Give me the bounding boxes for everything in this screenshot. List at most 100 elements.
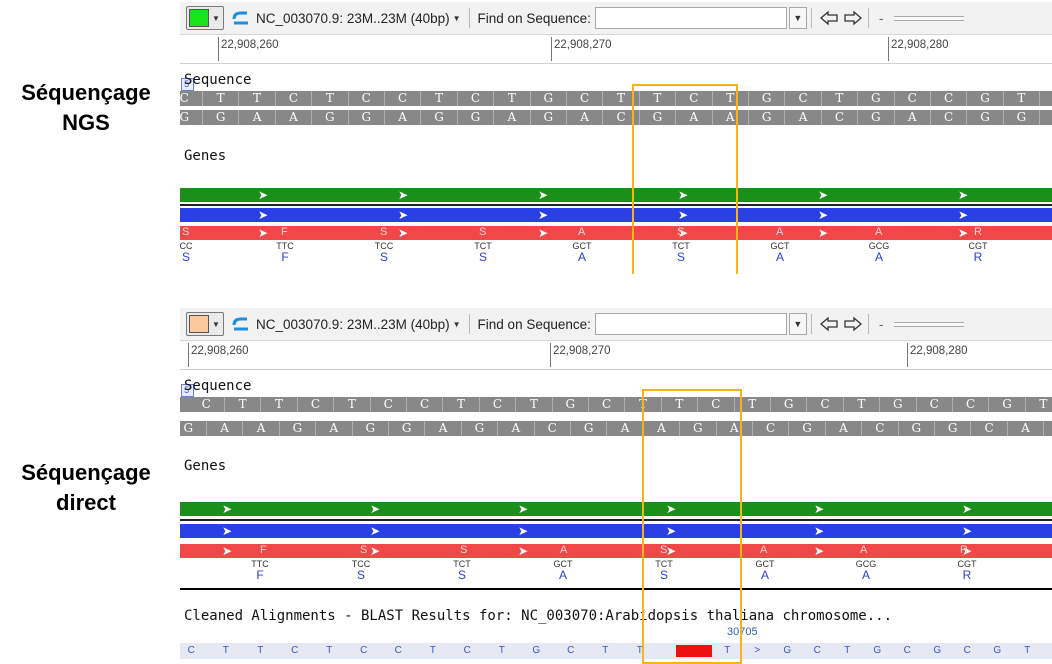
ruler-tick: [551, 37, 552, 61]
base-divider: [566, 110, 567, 125]
codon-label: TCC S: [369, 242, 399, 264]
base-divider: [588, 397, 589, 412]
base: C: [834, 110, 845, 124]
amino-acid-text: S: [457, 568, 466, 582]
base-divider: [424, 421, 426, 436]
sequence-track-label: Sequence: [184, 378, 252, 394]
blast-base: C: [463, 645, 471, 656]
direction-arrow-icon: ➤: [814, 524, 825, 538]
amino-acid-text: A: [577, 250, 586, 264]
base-divider: [570, 421, 571, 436]
undo-icon[interactable]: [230, 7, 252, 29]
base-divider: [296, 397, 298, 412]
base: A: [798, 110, 808, 124]
base-divider: [952, 397, 953, 412]
base-divider: [478, 397, 480, 412]
base: G: [783, 397, 794, 411]
color-button[interactable]: ▼: [186, 6, 224, 30]
cds-track-blue[interactable]: ➤ ➤ ➤ ➤ ➤ ➤: [180, 524, 1052, 538]
chevron-down-icon[interactable]: ▼: [788, 313, 807, 335]
base-divider: [529, 91, 531, 106]
amino-acid-mark: S: [460, 544, 468, 556]
blast-base: >: [754, 645, 761, 656]
ngs-label-line1: Séquençage: [21, 80, 151, 105]
zoom-out-icon[interactable]: -: [879, 10, 884, 26]
chevron-down-icon: ▼: [212, 319, 220, 329]
undo-icon[interactable]: [230, 313, 252, 335]
base: G: [761, 110, 772, 124]
base-divider: [857, 110, 859, 125]
base-divider: [274, 91, 276, 106]
amino-acid-mark: A: [560, 544, 568, 556]
arrow-right-icon[interactable]: [842, 313, 864, 335]
base-divider: [842, 397, 844, 412]
base: T: [529, 397, 538, 411]
base-divider: [930, 91, 931, 106]
blast-results-title: Cleaned Alignments - BLAST Results for: …: [184, 608, 893, 624]
base-divider: [970, 421, 972, 436]
base-divider: [934, 421, 935, 436]
blast-base: C: [567, 645, 575, 656]
cds-track-red[interactable]: ➤ ➤ ➤ ➤ ➤ ➤ S F S S A S A A R: [180, 226, 1052, 240]
codon-label: CGT R: [963, 242, 993, 264]
color-button[interactable]: ▼: [186, 312, 224, 336]
direction-arrow-icon: ➤: [518, 524, 529, 538]
base: G: [893, 397, 903, 411]
base: G: [565, 397, 576, 411]
zoom-out-icon[interactable]: -: [879, 316, 884, 332]
base: G: [401, 421, 412, 435]
codon-label: TCT S: [468, 242, 498, 264]
base: G: [871, 110, 881, 124]
base: T: [238, 397, 247, 411]
base: T: [748, 397, 757, 411]
base-divider: [420, 91, 422, 106]
blast-base: T: [222, 645, 229, 656]
ngs-label: Séquençage NGS: [0, 78, 172, 138]
blast-base: C: [394, 645, 402, 656]
viewer-toolbar: ▼ NC_003070.9: 23M..23M (40bp) ▼ Find on…: [180, 2, 1052, 35]
zoom-slider[interactable]: [893, 15, 964, 21]
direction-arrow-icon: ➤: [518, 544, 529, 558]
cds-track-blue[interactable]: ➤ ➤ ➤ ➤ ➤ ➤: [180, 208, 1052, 222]
chevron-down-icon[interactable]: ▼: [788, 7, 807, 29]
base-divider: [602, 110, 604, 125]
track-bottom-line: [180, 588, 1052, 590]
zoom-slider[interactable]: [893, 321, 964, 327]
position-ruler: 22,908,260 22,908,270 22,908,280: [180, 35, 1052, 64]
direction-arrow-icon: ➤: [258, 208, 269, 222]
base: G: [543, 91, 554, 105]
cds-track-red[interactable]: ➤ ➤ ➤ ➤ ➤ ➤ F S S A S A A R: [180, 544, 1052, 558]
direct-label-line1: Séquençage: [21, 460, 151, 485]
arrow-right-icon[interactable]: [842, 7, 864, 29]
arrow-left-icon[interactable]: [818, 313, 840, 335]
base-divider: [1002, 91, 1004, 106]
arrow-left-icon[interactable]: [818, 7, 840, 29]
blast-base: G: [933, 645, 942, 656]
amino-acid-mark: F: [260, 544, 267, 556]
amino-acid-text: S: [379, 250, 388, 264]
base: A: [839, 421, 848, 435]
forward-strand-row: CTTCTCCTCTGCTTCTGCTGCCGT: [180, 91, 1052, 106]
cds-track-green[interactable]: ➤ ➤ ➤ ➤ ➤ ➤: [180, 188, 1052, 202]
toolbar-divider: [867, 8, 869, 28]
amino-acid-mark: S: [360, 544, 368, 556]
chevron-down-icon[interactable]: ▼: [453, 14, 461, 23]
base: G: [180, 110, 190, 124]
find-on-sequence-input[interactable]: [594, 7, 787, 29]
base-divider: [347, 91, 349, 106]
blast-base: G: [873, 645, 882, 656]
position-ruler: 22,908,260 22,908,270 22,908,280: [180, 341, 1052, 370]
cds-track-green[interactable]: ➤ ➤ ➤ ➤ ➤ ➤: [180, 502, 1052, 516]
codon-label: TTC F: [245, 560, 275, 582]
base-divider: [456, 110, 458, 125]
chevron-down-icon[interactable]: ▼: [453, 320, 461, 329]
base-divider: [820, 91, 822, 106]
base: C: [310, 397, 321, 411]
region-label[interactable]: NC_003070.9: 23M..23M (40bp): [256, 11, 450, 26]
amino-acid-text: S: [181, 250, 190, 264]
find-on-sequence-input[interactable]: [594, 313, 787, 335]
direction-arrow-icon: ➤: [958, 208, 969, 222]
base-divider: [333, 397, 335, 412]
base: C: [820, 397, 830, 411]
region-label[interactable]: NC_003070.9: 23M..23M (40bp): [256, 317, 450, 332]
